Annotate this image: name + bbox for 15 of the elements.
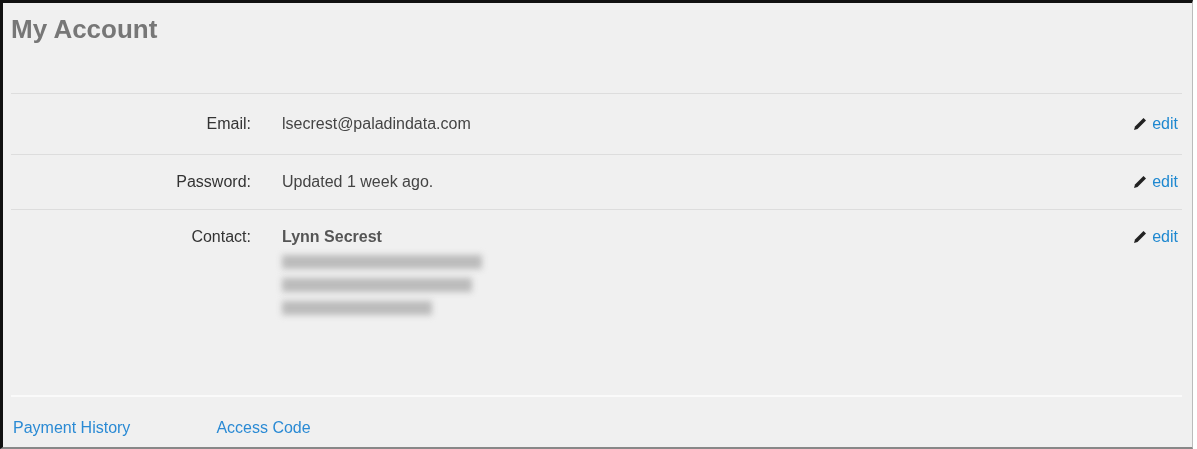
- pencil-icon: [1132, 174, 1149, 190]
- field-value: Updated 1 week ago.: [282, 173, 435, 191]
- field-label: Password:: [175, 173, 251, 191]
- footer-link[interactable]: Access Code: [216, 419, 311, 437]
- pencil-icon: [1132, 229, 1149, 245]
- pencil-icon: [1132, 116, 1149, 132]
- field-value: lsecrest@paladindata.com: [282, 115, 472, 133]
- page-title: My Account: [11, 13, 159, 46]
- footer-link[interactable]: Payment History: [13, 419, 131, 437]
- edit-link[interactable]: edit: [1132, 228, 1178, 246]
- field-value: Lynn Secrest: [282, 228, 383, 246]
- field-label: Contact:: [190, 228, 251, 246]
- edit-link[interactable]: edit: [1132, 115, 1178, 133]
- edit-link[interactable]: edit: [1132, 173, 1178, 191]
- field-label: Email:: [205, 115, 251, 133]
